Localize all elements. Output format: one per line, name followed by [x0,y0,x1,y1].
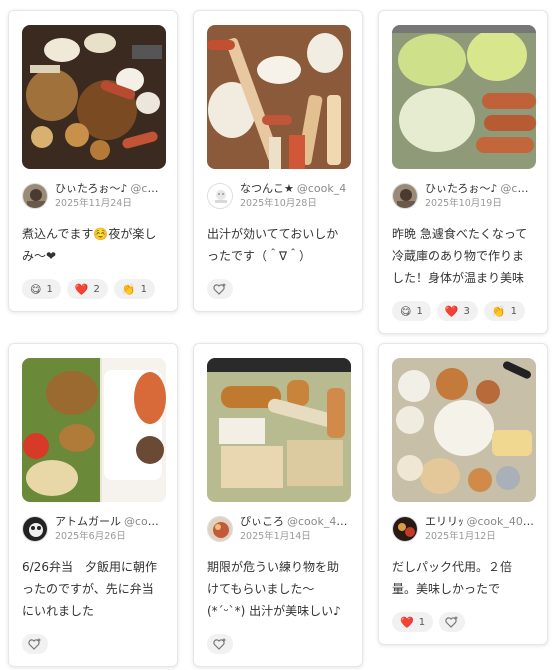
add-reaction-icon [445,616,458,628]
reaction-heart[interactable]: ❤️ 1 [392,612,434,632]
post-text[interactable]: 昨晩 急遽食べたくなって冷蔵庫のあり物で作りました！身体が温まり美味し… [392,223,534,289]
avatar[interactable] [22,516,48,542]
reaction-bar: 😋 1 ❤️ 2 👏 1 [22,279,164,299]
reaction-count: 1 [46,283,53,295]
add-reaction-icon [213,283,226,295]
reaction-count: 1 [140,283,147,295]
post-author[interactable]: ひぃたろぉ〜♪@cook_4 2025年11月24日 [22,181,164,211]
reaction-count: 1 [416,305,423,317]
post-date: 2025年1月12日 [425,531,496,542]
reaction-yum[interactable]: 😋 1 [392,301,431,321]
add-reaction-button[interactable] [22,634,48,654]
author-name[interactable]: エリリｯ [425,515,464,528]
post-photo[interactable] [392,25,536,169]
post-date: 2025年10月19日 [425,198,502,209]
add-reaction-button[interactable] [439,612,466,632]
post-card[interactable]: なつんこ★ @cook_4 2025年10月28日 出汁が効いてておいしかったです… [193,10,363,312]
author-id: @cook_4 [500,182,534,195]
add-reaction-icon [213,638,226,650]
heart-emoji-icon: ❤️ [74,282,89,296]
post-text[interactable]: 期限が危うい練り物を助けてもらいました〜(*ˊᵕˋ*) 出汁が美味しい♪ 大根だ… [207,556,349,622]
post-card[interactable]: ひぃたろぉ〜♪@cook_4 2025年10月19日 昨晩 急遽食べたくなって冷… [378,10,548,334]
heart-emoji-icon: ❤️ [400,615,414,629]
reaction-bar: ❤️ 1 [392,612,534,632]
reaction-count: 3 [463,305,470,317]
author-id: @cook_403 [287,515,349,528]
reaction-heart[interactable]: ❤️ 3 [436,301,478,321]
author-name[interactable]: ひぃたろぉ〜♪ [425,182,497,195]
post-date: 2025年10月28日 [240,198,317,209]
author-id: @cook_4 [130,182,164,195]
author-id: @cook_4016 [466,515,535,528]
yum-emoji-icon: 😋 [400,304,412,318]
post-author[interactable]: ひぃたろぉ〜♪@cook_4 2025年10月19日 [392,181,534,211]
author-id: @cook_4 [296,182,347,195]
reaction-clap[interactable]: 👏 1 [483,301,525,321]
avatar[interactable] [22,183,48,209]
post-card[interactable]: アトムガール @cook_ 2025年6月26日 6/26弁当 夕飯用に朝作ったの… [8,343,178,667]
post-author[interactable]: アトムガール @cook_ 2025年6月26日 [22,514,164,544]
post-photo[interactable] [207,25,351,169]
post-text[interactable]: 煮込んでます☺️夜が楽しみ〜❤ [22,223,164,267]
reaction-clap[interactable]: 👏 1 [113,279,155,299]
post-author[interactable]: ぴぃころ @cook_403 2025年1月14日 [207,514,349,544]
add-reaction-button[interactable] [207,634,233,654]
post-date: 2025年1月14日 [240,531,311,542]
author-name[interactable]: なつんこ★ [240,182,294,195]
post-date: 2025年11月24日 [55,198,132,209]
avatar[interactable] [392,516,418,542]
post-text[interactable]: 6/26弁当 夕飯用に朝作ったのですが、先に弁当にいれました [22,556,164,622]
author-name[interactable]: ひぃたろぉ〜♪ [55,182,127,195]
clap-emoji-icon: 👏 [121,282,136,296]
reaction-yum[interactable]: 😋 1 [22,279,61,299]
post-photo[interactable] [22,25,166,169]
post-photo[interactable] [22,358,166,502]
post-date: 2025年6月26日 [55,531,126,542]
author-name[interactable]: ぴぃころ [240,515,284,528]
add-reaction-icon [28,638,41,650]
reaction-heart[interactable]: ❤️ 2 [66,279,108,299]
reaction-bar [22,634,164,654]
reaction-count: 2 [93,283,100,295]
post-text[interactable]: 出汁が効いてておいしかったです（＾∇＾） [207,223,349,267]
post-author[interactable]: なつんこ★ @cook_4 2025年10月28日 [207,181,349,211]
avatar[interactable] [207,516,233,542]
yum-emoji-icon: 😋 [30,282,42,296]
reaction-bar [207,634,349,654]
author-name[interactable]: アトムガール [55,515,121,528]
author-id: @cook_ [124,515,164,528]
post-card[interactable]: ぴぃころ @cook_403 2025年1月14日 期限が危うい練り物を助けてもら… [193,343,363,667]
add-reaction-button[interactable] [207,279,233,299]
reaction-bar: 😋 1 ❤️ 3 👏 1 [392,301,534,321]
reaction-count: 1 [418,616,426,628]
heart-emoji-icon: ❤️ [444,304,459,318]
reaction-count: 1 [510,305,517,317]
post-photo[interactable] [207,358,351,502]
post-text[interactable]: だしパック代用。２倍量。美味しかったです！！ [392,556,534,600]
avatar[interactable] [392,183,418,209]
avatar[interactable] [207,183,233,209]
clap-emoji-icon: 👏 [491,304,506,318]
reaction-bar [207,279,349,299]
post-card[interactable]: エリリｯ @cook_4016 2025年1月12日 だしパック代用。２倍量。美味… [378,343,548,645]
post-author[interactable]: エリリｯ @cook_4016 2025年1月12日 [392,514,534,544]
post-card[interactable]: ひぃたろぉ〜♪@cook_4 2025年11月24日 煮込んでます☺️夜が楽しみ… [8,10,178,312]
post-photo[interactable] [392,358,536,502]
